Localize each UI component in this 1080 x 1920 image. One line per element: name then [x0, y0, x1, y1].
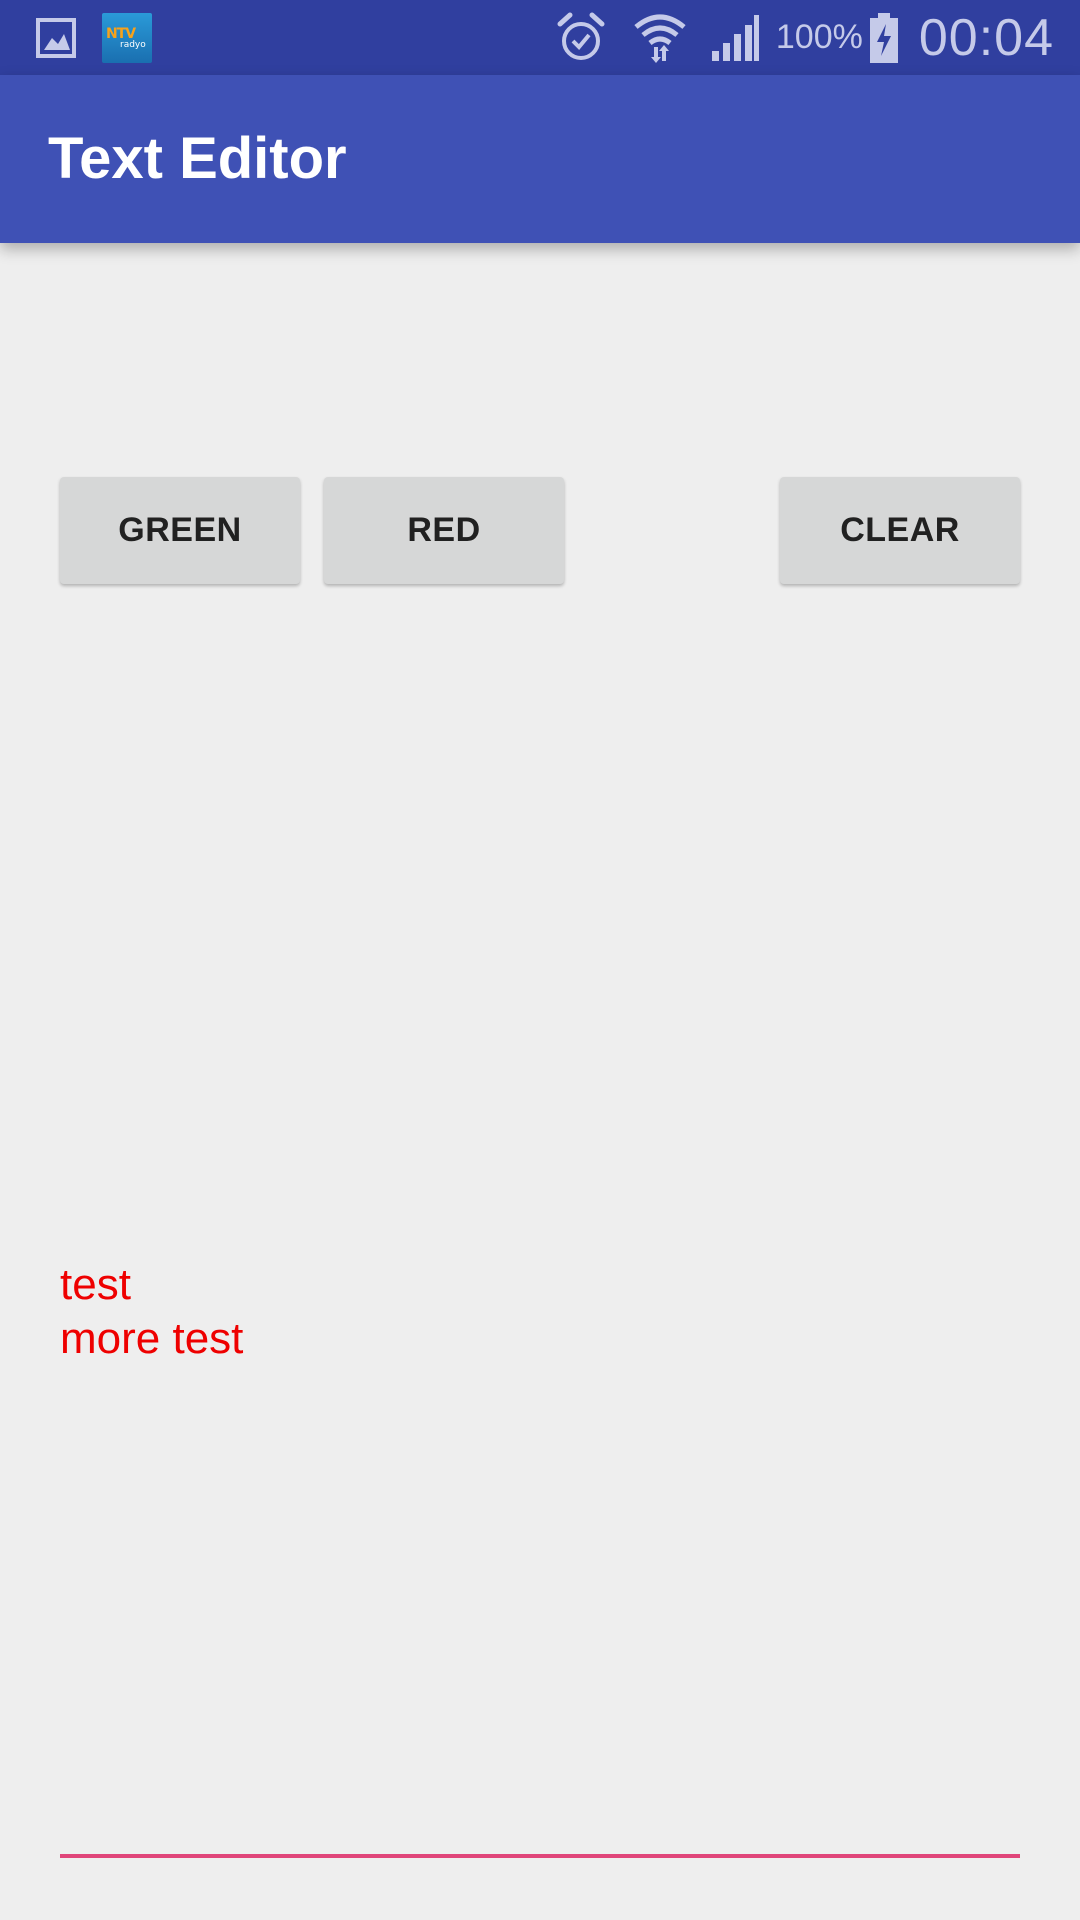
app-title: Text Editor: [48, 126, 347, 191]
app-bar: Text Editor: [0, 75, 1080, 243]
battery-percent: 100%: [775, 18, 863, 56]
green-button[interactable]: GREEN: [60, 477, 300, 584]
editor-line: more test: [60, 1314, 244, 1363]
status-time: 00:04: [918, 8, 1054, 67]
editor-underline: [60, 1854, 1020, 1858]
ntv-badge-sub: radyo: [120, 39, 146, 50]
text-editor-field[interactable]: test more test: [60, 1258, 243, 1366]
editor-line: test: [60, 1260, 131, 1309]
red-button[interactable]: RED: [324, 477, 564, 584]
status-bar-right: 100% 00:04: [556, 0, 1054, 75]
signal-icon: [710, 13, 760, 63]
alarm-icon: [556, 12, 606, 64]
status-bar: NTV radyo 100% 00:04: [0, 0, 1080, 75]
screen: NTV radyo 100% 00:04 Text Editor GREEN R…: [0, 0, 1080, 1920]
gallery-icon: [36, 0, 76, 75]
ntv-radyo-icon: NTV radyo: [102, 0, 152, 75]
clear-button[interactable]: CLEAR: [780, 477, 1020, 584]
wifi-icon: [632, 11, 688, 65]
battery-charging-icon: [869, 12, 899, 64]
